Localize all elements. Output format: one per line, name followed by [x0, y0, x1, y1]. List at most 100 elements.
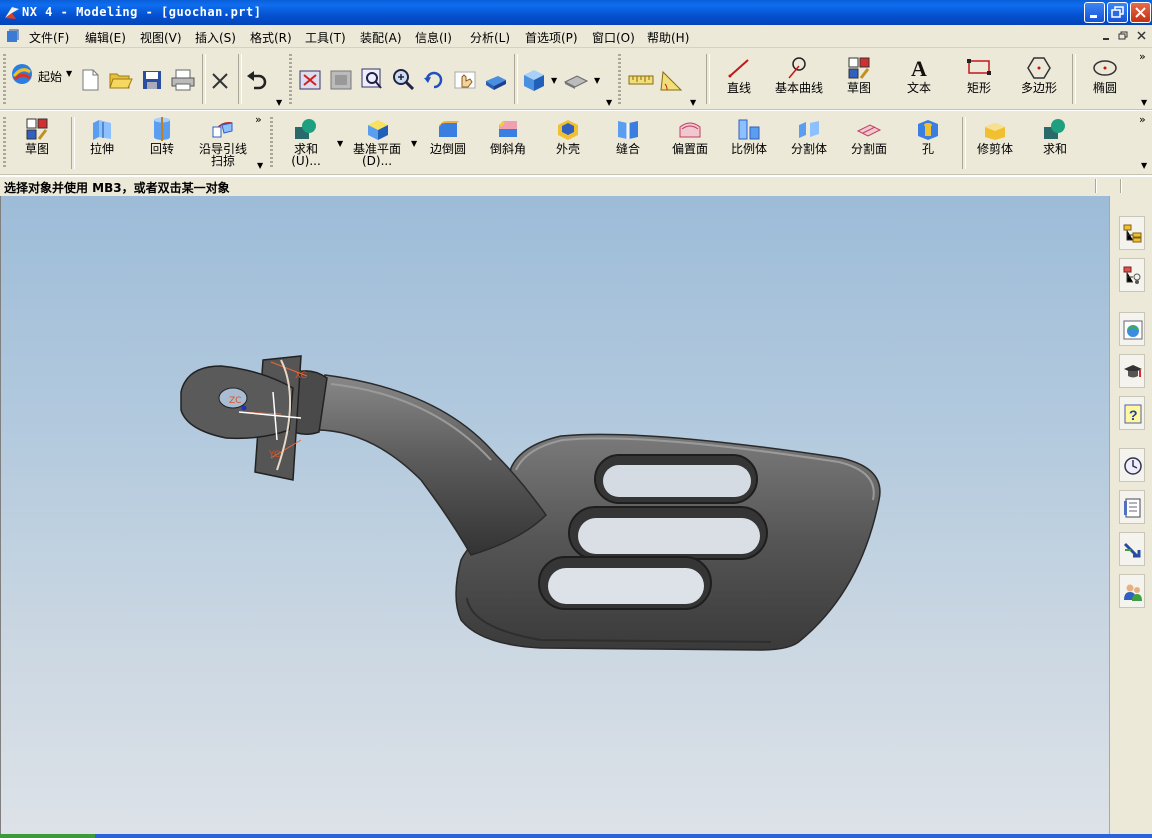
basic-curves-button[interactable]: 基本曲线	[770, 56, 828, 94]
toolbar-grip[interactable]	[270, 117, 273, 169]
system-materials-tab[interactable]	[1119, 490, 1145, 524]
measure-angle-icon[interactable]	[659, 68, 685, 92]
zoom-window-icon[interactable]	[330, 70, 352, 90]
menu-view[interactable]: 视图(V)	[140, 29, 182, 46]
unite-button-2[interactable]: 求和	[1032, 117, 1078, 155]
menu-file[interactable]: 文件(F)	[29, 29, 69, 46]
text-button[interactable]: A 文本	[898, 56, 940, 94]
revolve-button[interactable]: 回转	[141, 117, 183, 155]
sketch-curve-icon	[848, 57, 870, 79]
close-button[interactable]	[1130, 2, 1151, 23]
minimize-button[interactable]	[1084, 2, 1105, 23]
extrude-button[interactable]: 拉伸	[81, 117, 123, 155]
pan-icon[interactable]	[454, 69, 476, 91]
graphics-viewport[interactable]: ZC XC YC	[0, 196, 1110, 834]
open-folder-icon[interactable]	[109, 69, 133, 91]
csys-label-yc: YC	[269, 450, 281, 460]
form-feature-toolbar: 草图 拉伸 回转 沿导引线 扫掠 » ▼ 求和 (U)... ▼ 基准平面 (D…	[0, 111, 1152, 176]
chamfer-icon	[499, 121, 517, 137]
menu-tools[interactable]: 工具(T)	[305, 29, 346, 46]
scale-body-button[interactable]: 比例体	[727, 117, 771, 155]
toolbar-grip[interactable]	[3, 117, 6, 169]
toolbar-grip[interactable]	[3, 54, 6, 104]
shell-button[interactable]: 外壳	[547, 117, 589, 155]
menu-edit[interactable]: 编辑(E)	[85, 29, 126, 46]
split-body-button[interactable]: 分割体	[787, 117, 831, 155]
analysis-toolbar-options-icon[interactable]: ▼	[690, 98, 696, 107]
menu-assemblies[interactable]: 装配(A)	[360, 29, 402, 46]
new-file-icon[interactable]	[80, 69, 100, 91]
menu-help[interactable]: 帮助(H)	[647, 29, 689, 46]
chamfer-button[interactable]: 倒斜角	[485, 117, 531, 155]
help-tab[interactable]: ?	[1119, 396, 1145, 430]
internet-explorer-tab[interactable]	[1119, 312, 1145, 346]
view-orientation-dropdown-icon[interactable]: ▼	[551, 76, 557, 85]
part-navigator-tab[interactable]	[1119, 258, 1145, 292]
toolbar2-options-icon[interactable]: ▼	[1141, 161, 1147, 170]
split-face-button[interactable]: 分割面	[847, 117, 891, 155]
undo-icon[interactable]	[246, 70, 268, 90]
print-icon[interactable]	[171, 69, 195, 91]
unite-dropdown-icon[interactable]: ▼	[337, 139, 343, 148]
toolbar-grip[interactable]	[618, 54, 621, 104]
history-tab[interactable]	[1119, 448, 1145, 482]
view-toolbar-options-icon[interactable]: ▼	[606, 98, 612, 107]
line-button[interactable]: 直线	[718, 56, 760, 94]
shaded-view-icon[interactable]	[484, 72, 508, 90]
trim-body-button[interactable]: 修剪体	[972, 117, 1018, 155]
menu-format[interactable]: 格式(R)	[250, 29, 292, 46]
delete-icon[interactable]	[211, 72, 229, 90]
fit-view-icon[interactable]	[299, 70, 321, 90]
datum-plane-button[interactable]: 基准平面 (D)...	[348, 117, 406, 167]
mdi-close-icon[interactable]	[1136, 31, 1147, 41]
toolbar-grip[interactable]	[289, 54, 292, 104]
offset-face-button[interactable]: 偏置面	[667, 117, 713, 155]
toolbar2-overflow-icon[interactable]: »	[1139, 113, 1146, 126]
polygon-button[interactable]: 多边形	[1016, 56, 1062, 94]
rectangle-button[interactable]: 矩形	[958, 56, 1000, 94]
roles-tab[interactable]	[1119, 574, 1145, 608]
start-button-edge[interactable]	[0, 834, 95, 838]
rotate-icon[interactable]	[423, 69, 445, 91]
datum-plane-dropdown-icon[interactable]: ▼	[411, 139, 417, 148]
sew-label: 缝合	[615, 142, 640, 156]
model-spatula[interactable]	[1, 196, 1110, 834]
unite-button[interactable]: 求和 (U)...	[282, 117, 330, 167]
menu-information[interactable]: 信息(I)	[415, 29, 452, 46]
hole-button[interactable]: 孔	[907, 117, 949, 155]
resource-bar: ?	[1109, 196, 1152, 834]
title-bar[interactable]: NX 4 - Modeling - [guochan.prt]	[0, 0, 1152, 25]
measure-distance-icon[interactable]	[628, 72, 654, 88]
mdi-minimize-icon[interactable]	[1101, 31, 1112, 41]
save-icon[interactable]	[142, 70, 162, 90]
feature-overflow-icon[interactable]: »	[255, 113, 262, 126]
mdi-restore-icon[interactable]	[1118, 31, 1129, 41]
training-tab[interactable]	[1119, 354, 1145, 388]
edge-blend-button[interactable]: 边倒圆	[425, 117, 471, 155]
render-style-icon[interactable]	[563, 70, 589, 90]
menu-analysis[interactable]: 分析(L)	[470, 29, 510, 46]
datum-plane-icon	[368, 120, 388, 140]
undo-dropdown-icon[interactable]: ▼	[276, 98, 282, 107]
sweep-along-guide-button[interactable]: 沿导引线 扫掠	[196, 117, 250, 167]
ellipse-button[interactable]: 椭圆	[1084, 56, 1126, 94]
view-orientation-icon[interactable]	[521, 67, 547, 93]
menu-window[interactable]: 窗口(O)	[592, 29, 635, 46]
assembly-navigator-tab[interactable]	[1119, 216, 1145, 250]
sketch-button[interactable]: 草图	[16, 117, 58, 155]
zoom-icon[interactable]	[361, 68, 383, 90]
restore-button[interactable]	[1107, 2, 1128, 23]
process-studio-tab[interactable]	[1119, 532, 1145, 566]
menu-preferences[interactable]: 首选项(P)	[525, 29, 578, 46]
document-icon[interactable]	[6, 29, 20, 43]
render-style-dropdown-icon[interactable]: ▼	[594, 76, 600, 85]
toolbar1-overflow-icon[interactable]: »	[1139, 50, 1146, 63]
menu-insert[interactable]: 插入(S)	[195, 29, 236, 46]
toolbar1-options-icon[interactable]: ▼	[1141, 98, 1147, 107]
extrude-label: 拉伸	[89, 142, 114, 156]
sketch-curve-button[interactable]: 草图	[838, 56, 880, 94]
ellipse-label: 椭圆	[1092, 81, 1117, 95]
sew-button[interactable]: 缝合	[607, 117, 649, 155]
feature-options-icon[interactable]: ▼	[257, 161, 263, 170]
zoom-in-out-icon[interactable]	[392, 68, 414, 90]
